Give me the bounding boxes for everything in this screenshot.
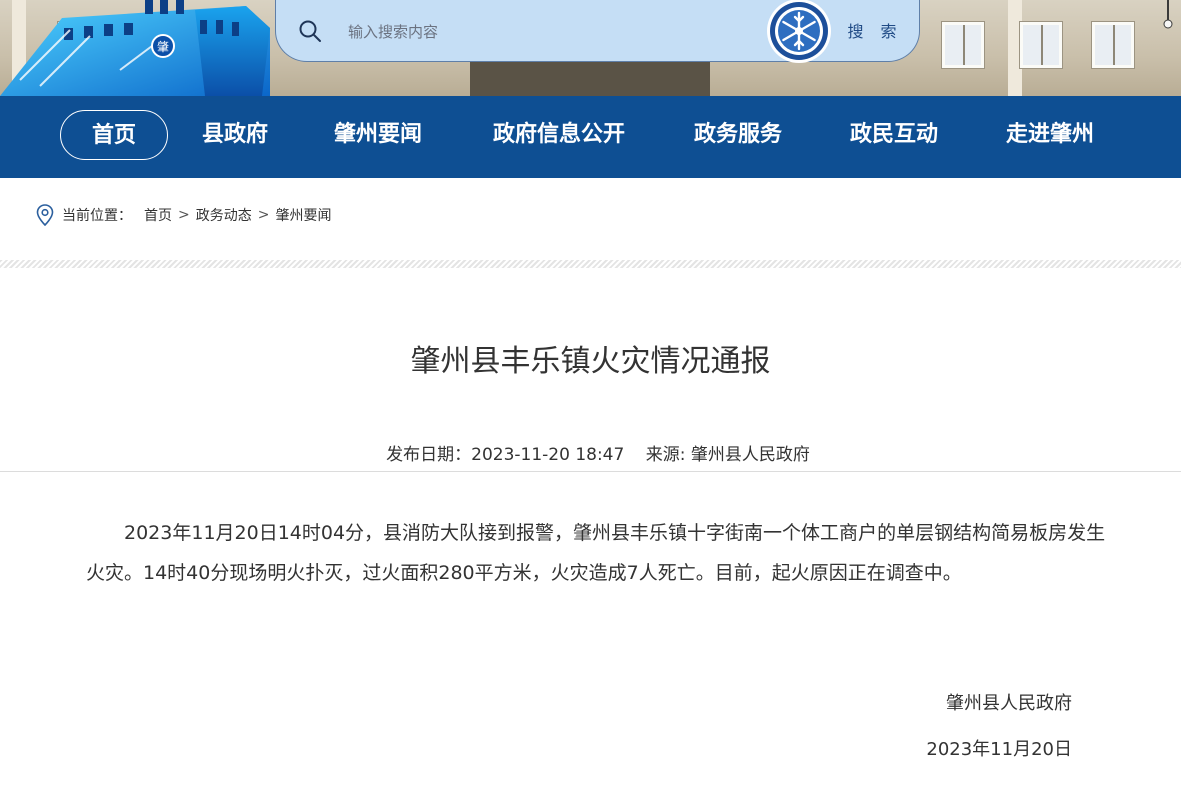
breadcrumb-link-home[interactable]: 首页 [144,205,172,225]
nav-item-about-zhaozhou[interactable]: 走进肇州 [990,110,1110,160]
breadcrumb-separator: > [257,207,270,223]
article-title: 肇州县丰乐镇火灾情况通报 [410,344,771,379]
logo-emblem-text: 肇 [157,39,169,54]
section-divider [0,260,1181,268]
article-meta: 发布日期：2023-11-20 18:47 来源: 肇州县人民政府 [0,440,1181,465]
breadcrumb-link-zhaozhou-news[interactable]: 肇州要闻 [275,205,331,225]
nav-item-government-info[interactable]: 政府信息公开 [474,110,644,160]
breadcrumb-separator: > [178,207,190,223]
header-banner: 肇 搜 索 [0,0,1181,96]
search-bar: 搜 索 [275,0,920,63]
nav-item-home[interactable]: 首页 [60,110,168,160]
site-logo[interactable]: 肇 [0,0,270,96]
article-body: 2023年11月20日14时04分，县消防大队接到报警，肇州县丰乐镇十字街南一个… [86,522,1106,584]
breadcrumb: 当前位置： 首页 > 政务动态 > 肇州要闻 [36,203,331,227]
meta-divider [0,471,1181,472]
location-pin-icon [36,204,54,226]
nav-item-public-interaction[interactable]: 政民互动 [834,110,954,160]
nav-item-county-government[interactable]: 县政府 [186,110,284,160]
main-nav: 首页 县政府 肇州要闻 政府信息公开 政务服务 政民互动 走进肇州 [0,96,1181,178]
search-input[interactable] [346,17,750,47]
article-source: 来源: 肇州县人民政府 [645,445,810,465]
article-sign-date: 2023年11月20日 [926,739,1072,760]
publish-date: 发布日期：2023-11-20 18:47 [386,445,625,465]
search-button[interactable]: 搜 索 [836,18,914,44]
nav-item-zhaozhou-news[interactable]: 肇州要闻 [318,110,438,160]
snowflake-emblem-icon [767,0,831,63]
breadcrumb-prefix: 当前位置： [62,208,132,224]
article-signature: 肇州县人民政府 [946,693,1072,714]
nav-item-government-services[interactable]: 政务服务 [678,110,798,160]
breadcrumb-link-government-news[interactable]: 政务动态 [196,205,252,225]
lamp-decoration [1163,0,1173,29]
search-icon[interactable] [298,19,322,43]
